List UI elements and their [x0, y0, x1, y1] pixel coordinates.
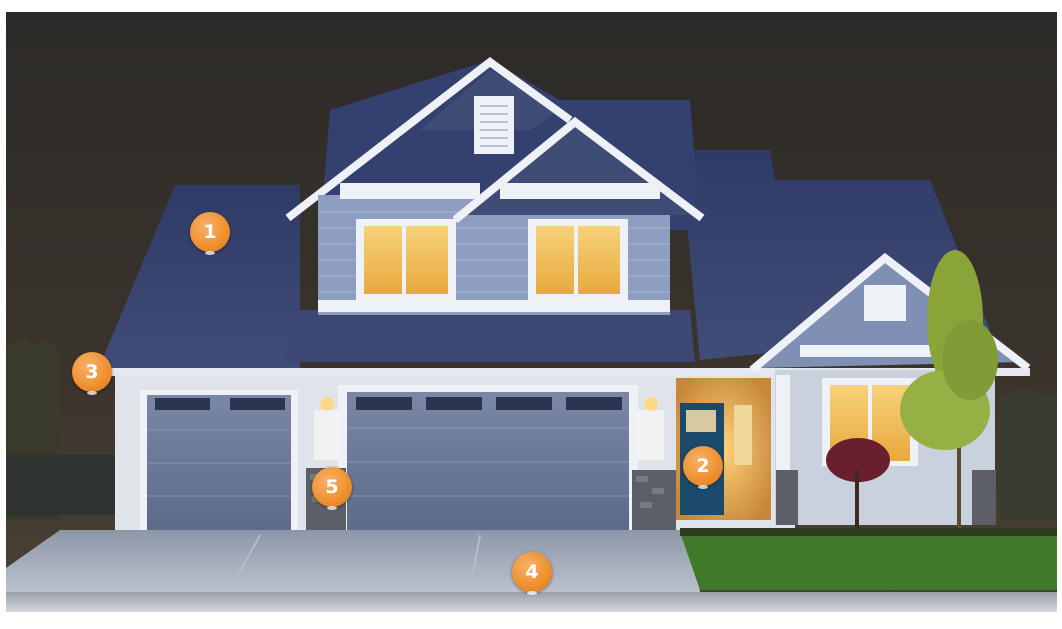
marker-gutter[interactable]: 3 — [72, 352, 112, 395]
upper-window-right — [528, 219, 628, 301]
garage-door-single — [140, 390, 298, 530]
marker-entry-door[interactable]: 2 — [683, 446, 723, 489]
marker-roof[interactable]: 1 — [190, 212, 230, 255]
lawn — [680, 532, 1057, 590]
wall-light-right — [644, 397, 658, 411]
house-exterior-photo — [6, 12, 1057, 612]
driveway — [6, 530, 700, 598]
garage-roof — [285, 310, 695, 362]
wall-plaque-right — [636, 410, 664, 460]
wall-plaque-left — [314, 410, 340, 460]
marker-driveway[interactable]: 4 — [512, 552, 552, 595]
wall-light-left — [320, 397, 334, 411]
upper-window-left — [356, 219, 456, 301]
garage-door-double — [338, 385, 638, 530]
street — [6, 592, 1057, 612]
right-vent — [864, 285, 906, 321]
marker-stone-veneer[interactable]: 5 — [312, 467, 352, 510]
house-photo-frame: 1 2 3 4 5 — [0, 0, 1062, 629]
